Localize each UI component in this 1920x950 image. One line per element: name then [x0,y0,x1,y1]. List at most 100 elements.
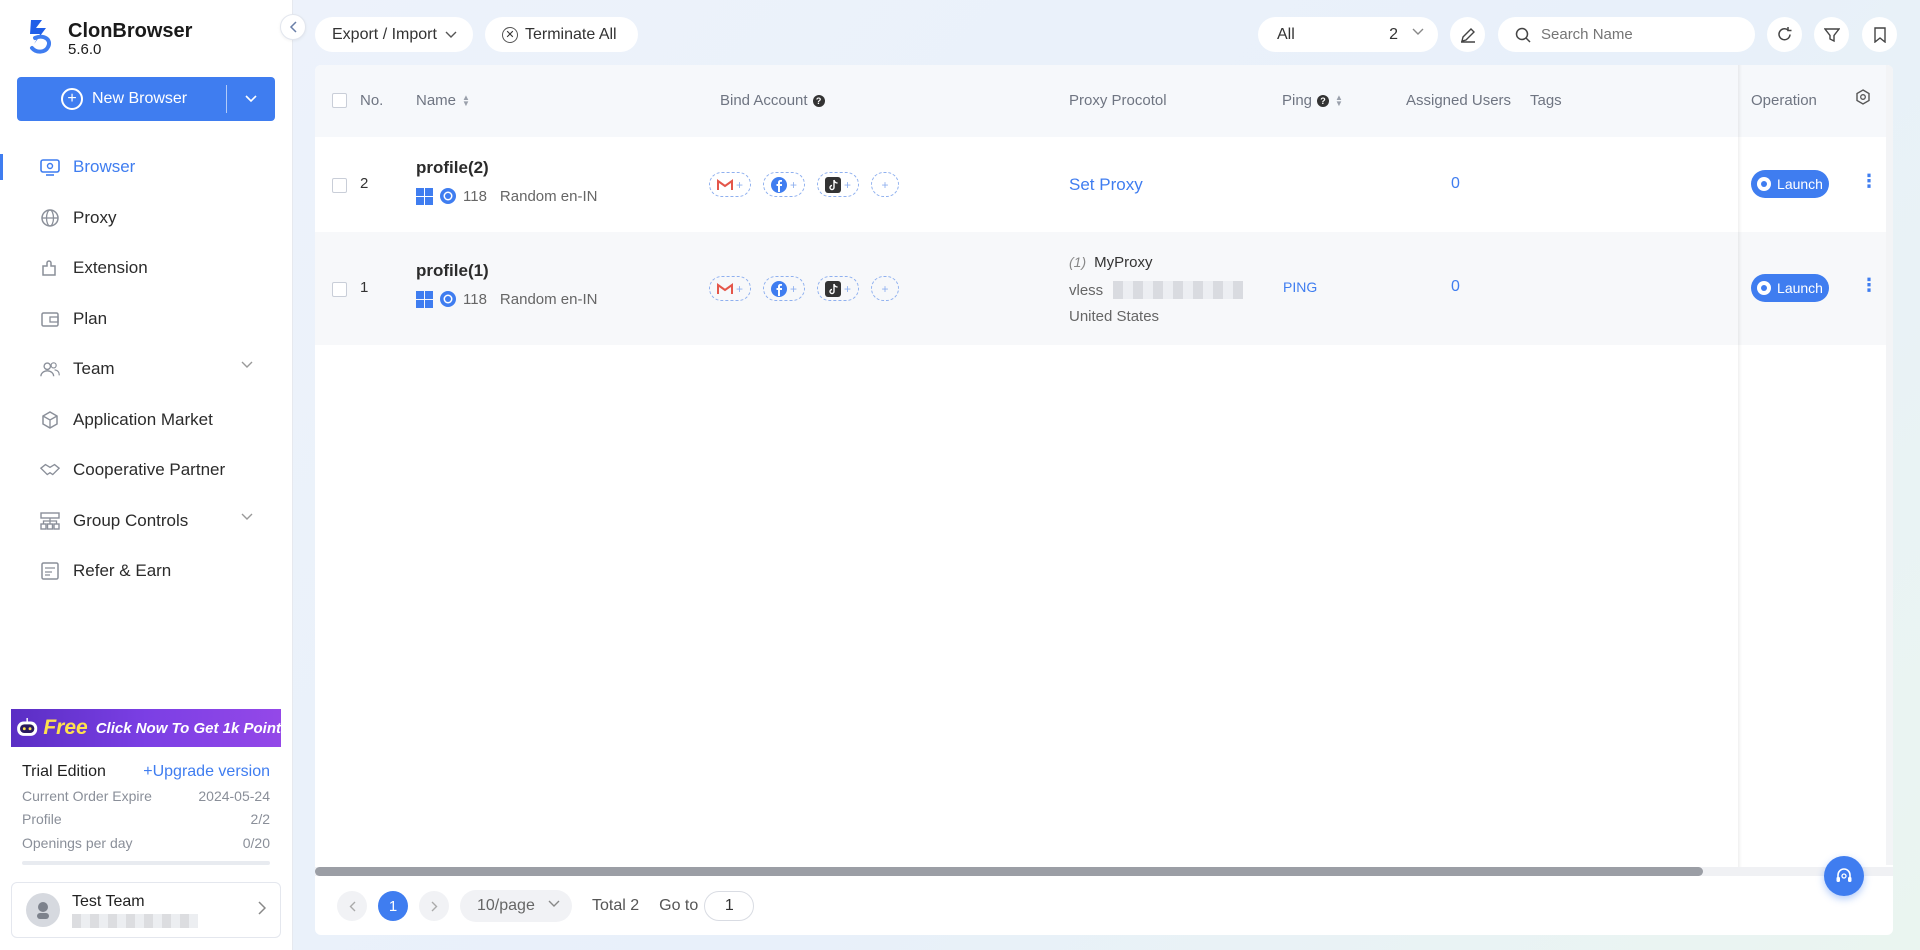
profile-name[interactable]: profile(1) [416,261,597,281]
bind-facebook-button[interactable]: + [763,276,806,301]
team-switcher[interactable]: Test Team [11,882,281,938]
filter-button[interactable] [1814,17,1849,52]
table-row[interactable]: 1 profile(1) 118 Random en-IN + + + + (1… [315,232,1893,345]
header-name[interactable]: Name ▲ ▼ [416,92,470,109]
bind-tiktok-button[interactable]: + [817,172,860,197]
vertical-scrollbar[interactable] [1886,65,1893,865]
customer-support-button[interactable] [1824,856,1864,896]
facebook-icon [771,280,788,297]
bind-account-group: + + + + [709,172,911,197]
bind-facebook-button[interactable]: + [763,172,806,197]
launch-button[interactable]: Launch [1751,274,1829,302]
goto-page-input[interactable]: 1 [704,891,755,921]
assigned-users-count[interactable]: 0 [1451,175,1460,193]
row-checkbox[interactable] [332,178,347,193]
chevron-right-icon [431,901,437,911]
sidebar-item-application-market[interactable]: Application Market [0,395,293,446]
refresh-button[interactable] [1767,17,1802,52]
profile-locale: Random en-IN [499,187,598,205]
bookmark-icon [1873,26,1886,43]
row-checkbox[interactable] [332,282,347,297]
sidebar-item-refer-earn[interactable]: Refer & Earn [0,546,293,597]
puzzle-icon [40,258,60,278]
proxy-country: United States [1069,307,1160,325]
search-box[interactable] [1498,17,1755,52]
bind-gmail-button[interactable]: + [709,276,752,301]
sidebar-item-team[interactable]: Team [0,344,293,395]
sidebar-item-label: Group Controls [73,510,189,530]
browser-icon [40,157,60,177]
more-actions-icon[interactable]: ⋮ [1860,276,1878,294]
bookmark-button[interactable] [1862,17,1897,52]
table-row[interactable]: 2 profile(2) 118 Random en-IN + + + + Se… [315,137,1893,232]
upgrade-link[interactable]: +Upgrade version [143,763,270,781]
clonbrowser-logo-icon [30,20,51,54]
group-filter-select[interactable]: All 2 [1258,17,1438,52]
plan-title: Trial Edition [22,763,106,780]
chevron-right-icon [258,901,266,915]
prev-page-button[interactable] [337,891,367,921]
sidebar: ClonBrowser 5.6.0 + New Browser Browser … [0,0,293,950]
terminate-all-button[interactable]: ✕ Terminate All [485,17,638,52]
gmail-icon [717,282,733,294]
sidebar-item-group-controls[interactable]: Group Controls [0,496,293,547]
select-all-checkbox[interactable] [332,93,347,108]
edit-button[interactable] [1450,17,1485,52]
page-size-select[interactable]: 10/page [460,890,572,922]
table-header: No. Name ▲ ▼ Bind Account ? Proxy Procoto… [315,65,1893,137]
chevron-down-icon [245,95,257,103]
pagination: 1 10/page Total 2 Go to 1 [337,890,755,922]
profile-name[interactable]: profile(2) [416,158,597,178]
header-tags: Tags [1530,92,1562,109]
export-import-button[interactable]: Export / Import [315,17,473,52]
tiktok-icon [825,280,842,297]
search-input[interactable] [1541,26,1741,43]
add-account-button[interactable]: + [871,276,900,301]
usage-progress-bar [22,860,270,865]
next-page-button[interactable] [419,891,449,921]
plan-row-value: 2024-05-24 [198,787,270,804]
collapse-sidebar-button[interactable] [280,14,306,40]
header-ping-label: Ping [1282,92,1313,109]
horizontal-scrollbar[interactable] [315,867,1893,876]
chevron-down-icon [241,513,253,520]
plan-row-label: Current Order Expire [22,787,152,804]
scrollbar-thumb[interactable] [315,867,1703,876]
sidebar-item-cooperative-partner[interactable]: Cooperative Partner [0,445,293,496]
help-icon[interactable]: ? [1317,94,1330,107]
set-proxy-link[interactable]: Set Proxy [1069,175,1143,195]
new-browser-label: New Browser [92,90,188,107]
new-browser-dropdown[interactable] [227,77,275,121]
sidebar-item-label: Application Market [73,409,213,429]
new-browser-button[interactable]: + New Browser [17,77,275,121]
more-actions-icon[interactable]: ⋮ [1860,172,1878,190]
sidebar-item-browser[interactable]: Browser [0,142,293,193]
promo-banner[interactable]: Free Click Now To Get 1k Point [11,709,281,747]
proxy-name[interactable]: MyProxy [1094,254,1152,271]
column-settings-button[interactable] [1855,89,1871,105]
row-number: 1 [360,279,369,296]
ping-button[interactable]: PING [1283,279,1317,295]
header-ping[interactable]: Ping ? ▲ ▼ [1282,92,1343,109]
team-email-redacted [72,913,198,928]
sidebar-item-plan[interactable]: Plan [0,294,293,345]
proxy-index: (1) [1069,254,1087,270]
page-button[interactable]: 1 [378,891,408,921]
plan-row: Current Order Expire 2024-05-24 [22,784,270,808]
plan-row-value: 2/2 [250,811,270,828]
sidebar-item-proxy[interactable]: Proxy [0,193,293,244]
globe-icon [40,208,60,228]
browser-version: 118 [463,187,487,205]
bind-tiktok-button[interactable]: + [817,276,860,301]
help-icon[interactable]: ? [812,94,825,107]
sidebar-item-label: Browser [73,157,136,177]
proxy-host-redacted [1113,281,1244,299]
add-account-button[interactable]: + [871,172,900,197]
sidebar-item-extension[interactable]: Extension [0,243,293,294]
launch-button[interactable]: Launch [1751,170,1829,198]
bind-gmail-button[interactable]: + [709,172,752,197]
launch-label: Launch [1777,176,1823,192]
new-browser-main[interactable]: + New Browser [17,77,226,121]
windows-icon [416,187,433,205]
assigned-users-count[interactable]: 0 [1451,278,1460,296]
